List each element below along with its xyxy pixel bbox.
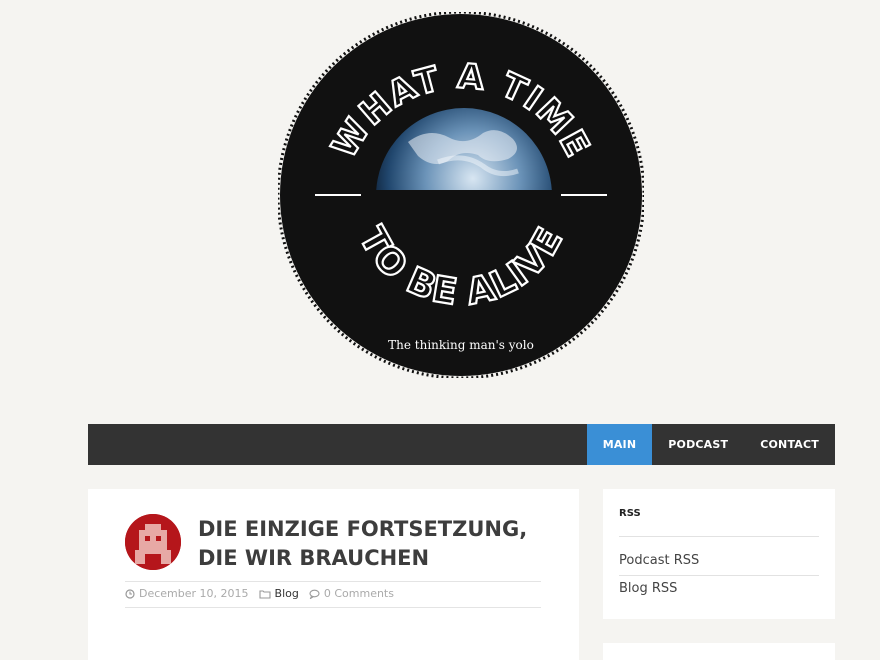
clock-icon [125, 588, 135, 599]
rss-widget-title: RSS [619, 508, 641, 519]
meta-bottom-divider [125, 607, 541, 608]
nav-item-main[interactable]: MAIN [586, 424, 653, 465]
site-logo[interactable]: WHAT A TIME TO BE ALIVE The thinking man… [278, 12, 644, 378]
post-card: DIE EINZIGE FORTSETZUNG, DIE WIR BRAUCHE… [88, 489, 579, 660]
post-date-text: December 10, 2015 [139, 587, 249, 600]
post-date: December 10, 2015 [125, 587, 249, 600]
nav-item-contact[interactable]: CONTACT [744, 424, 835, 465]
main-navigation: MAIN PODCAST CONTACT [88, 424, 835, 465]
folder-icon [258, 589, 271, 599]
widget-divider [619, 536, 819, 537]
post-meta: December 10, 2015 Blog 0 Comments [125, 587, 404, 600]
post-title[interactable]: DIE EINZIGE FORTSETZUNG, DIE WIR BRAUCHE… [198, 515, 558, 573]
widget-divider [619, 575, 819, 576]
author-avatar[interactable] [125, 514, 181, 570]
meta-top-divider [125, 581, 541, 582]
blog-rss-link[interactable]: Blog RSS [619, 581, 677, 596]
post-category-link[interactable]: Blog [275, 587, 299, 600]
logo-tagline: The thinking man's yolo [388, 338, 534, 352]
rss-widget: RSS Podcast RSS Blog RSS [603, 489, 835, 619]
post-title-link[interactable]: DIE EINZIGE FORTSETZUNG, DIE WIR BRAUCHE… [198, 517, 527, 570]
comment-icon [309, 589, 320, 599]
podcast-rss-link[interactable]: Podcast RSS [619, 553, 699, 568]
logo-badge-graphic: WHAT A TIME TO BE ALIVE The thinking man… [278, 12, 644, 378]
post-comments: 0 Comments [309, 587, 394, 600]
nav-item-podcast[interactable]: PODCAST [652, 424, 744, 465]
secondary-widget [603, 643, 835, 660]
pixel-avatar-icon [125, 514, 181, 570]
post-category: Blog [258, 587, 299, 600]
post-comments-link[interactable]: 0 Comments [324, 587, 394, 600]
